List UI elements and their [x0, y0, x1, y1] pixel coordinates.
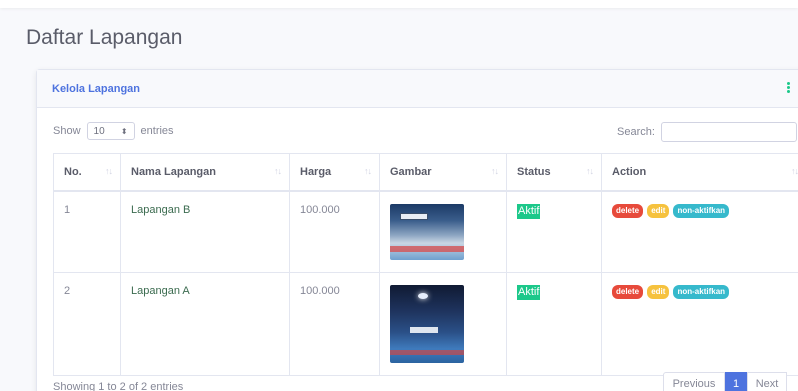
status-badge: Aktif [517, 284, 541, 300]
header-action[interactable]: Action ↑↓ [601, 153, 798, 192]
delete-button[interactable]: delete [612, 203, 644, 218]
edit-button[interactable]: edit [647, 203, 670, 218]
sort-icon: ↑↓ [274, 166, 282, 176]
cell-name: Lapangan A [120, 271, 290, 376]
cell-image [379, 190, 507, 273]
cell-image [379, 271, 507, 376]
header-no[interactable]: No. ↑↓ [53, 153, 121, 192]
page-title: Daftar Lapangan [26, 26, 183, 49]
entries-label: entries [140, 125, 174, 137]
fields-table: No. ↑↓ Nama Lapangan ↑↓ Harga ↑↓ Gambar ↑↓ S… [53, 153, 798, 376]
field-photo [390, 203, 464, 260]
deactivate-button[interactable]: non-aktifkan [673, 203, 730, 218]
table-row: 1 Lapangan B 100.000 Aktif delete edit n… [53, 190, 798, 273]
cell-no: 1 [53, 190, 121, 273]
table-header-row: No. ↑↓ Nama Lapangan ↑↓ Harga ↑↓ Gambar ↑↓ S… [53, 153, 798, 192]
page-size-select[interactable]: 10 ⬍ [86, 122, 135, 140]
cell-price: 100.000 [289, 190, 380, 273]
pagination: Previous 1 Next [663, 372, 787, 391]
deactivate-button[interactable]: non-aktifkan [673, 284, 730, 299]
sort-icon: ↑↓ [491, 166, 499, 176]
table-info: Showing 1 to 2 of 2 entries [53, 381, 184, 391]
table-row: 2 Lapangan A 100.000 Aktif delete edit n… [53, 271, 798, 376]
cell-status: Aktif [506, 271, 602, 376]
page-1-button[interactable]: 1 [725, 372, 747, 391]
page-size-control: Show 10 ⬍ entries [53, 122, 174, 140]
cell-price: 100.000 [289, 271, 380, 376]
sort-icon: ↑↓ [586, 166, 594, 176]
search-label: Search: [617, 126, 655, 138]
search-input[interactable] [660, 122, 797, 142]
page-size-value: 10 [93, 125, 105, 137]
header-name[interactable]: Nama Lapangan ↑↓ [120, 153, 290, 192]
header-status[interactable]: Status ↑↓ [506, 153, 602, 192]
sort-icon: ↑↓ [105, 166, 113, 176]
edit-button[interactable]: edit [647, 284, 670, 299]
delete-button[interactable]: delete [612, 284, 644, 299]
previous-page-button[interactable]: Previous [663, 372, 725, 391]
next-page-button[interactable]: Next [747, 372, 787, 391]
field-photo [390, 284, 464, 363]
card-header: Kelola Lapangan [37, 70, 798, 108]
cell-action: delete edit non-aktifkan [601, 190, 798, 273]
fields-card: Kelola Lapangan Show 10 ⬍ entries Search… [36, 69, 798, 391]
cell-name: Lapangan B [120, 190, 290, 273]
header-image[interactable]: Gambar ↑↓ [379, 153, 507, 192]
topbar [0, 0, 798, 8]
show-label: Show [53, 125, 81, 137]
cell-no: 2 [53, 271, 121, 376]
card-title: Kelola Lapangan [52, 82, 141, 95]
select-caret-icon: ⬍ [120, 126, 128, 136]
sort-icon: ↑↓ [364, 166, 372, 176]
cell-status: Aktif [506, 190, 602, 273]
sort-icon: ↑↓ [791, 166, 798, 176]
more-options-icon[interactable] [783, 81, 793, 97]
search-control: Search: [617, 122, 797, 142]
cell-action: delete edit non-aktifkan [601, 271, 798, 376]
status-badge: Aktif [517, 203, 541, 219]
header-price[interactable]: Harga ↑↓ [289, 153, 380, 192]
